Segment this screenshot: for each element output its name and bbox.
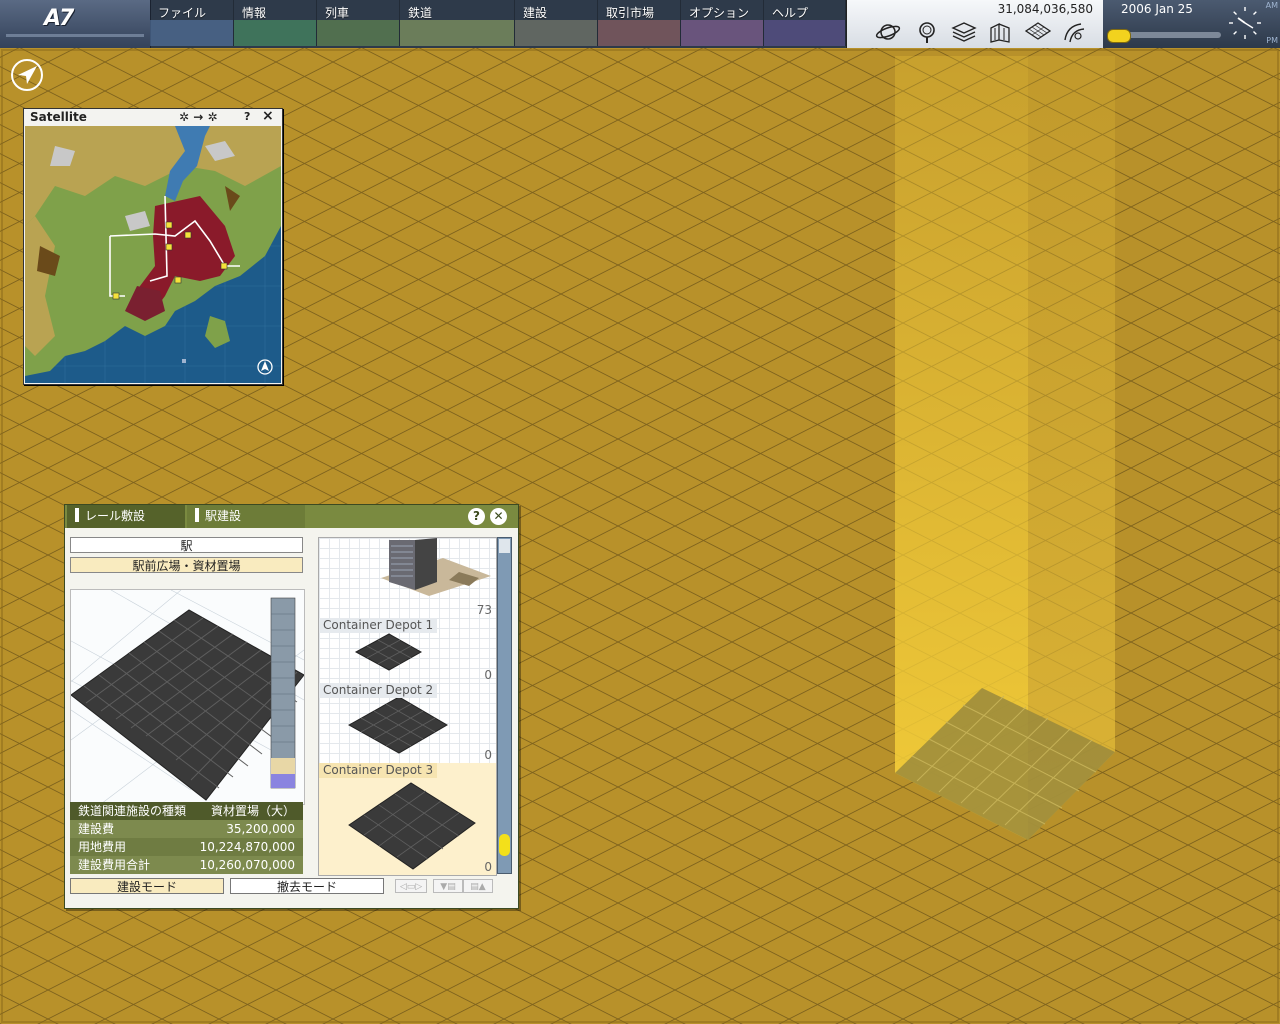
terrain-grid-icon[interactable] xyxy=(1025,20,1051,44)
rotate-button[interactable]: ◁▭▷ xyxy=(395,879,427,893)
list-item[interactable]: 73 xyxy=(319,538,496,619)
menu-help[interactable]: ヘルプ xyxy=(764,0,846,46)
list-scrollbar-thumb[interactable] xyxy=(499,834,510,856)
game-logo: A7 xyxy=(0,0,151,48)
game-date: 2006 Jan 25 xyxy=(1121,2,1193,16)
satellite-rotate-button[interactable]: ✲ → ✲ xyxy=(179,110,218,124)
satellite-close-button[interactable]: × xyxy=(262,108,274,124)
info-row-type: 鉄道関連施設の種類 資材置場（大） xyxy=(70,802,303,820)
satellite-title: Satellite xyxy=(30,110,87,124)
tab-rail-laying[interactable]: レール敷設 xyxy=(67,505,185,528)
buildings-icon[interactable] xyxy=(987,20,1013,44)
rail-icon[interactable] xyxy=(1061,20,1087,44)
menu-options[interactable]: オプション xyxy=(681,0,764,46)
building-thumbnail xyxy=(381,538,491,596)
top-menu-bar: A7 ファイル 情報 列車 鉄道 建設 取引市場 オプション ヘルプ 31,08… xyxy=(0,0,1280,48)
rail-window-help-button[interactable]: ? xyxy=(468,508,485,525)
remove-mode-button[interactable]: 撤去モード xyxy=(230,878,384,894)
rail-window-header: レール敷設 駅建設 ? ✕ xyxy=(65,505,518,528)
info-row-total-cost: 建設費用合計 10,260,070,000 xyxy=(70,856,303,874)
money-display: 31,084,036,580 xyxy=(997,2,1093,16)
placement-cursor xyxy=(895,56,1115,840)
layers-icon[interactable] xyxy=(951,20,977,44)
facility-list: 73 Container Depot 1 0 Container Depot 2… xyxy=(318,537,497,876)
toolbar: 31,084,036,580 xyxy=(846,0,1103,48)
facility-info-table: 鉄道関連施設の種類 資材置場（大） 建設費 35,200,000 用地費用 10… xyxy=(70,802,303,874)
rail-window-close-button[interactable]: ✕ xyxy=(490,508,507,525)
menu-construction[interactable]: 建設 xyxy=(515,0,598,46)
menu-market[interactable]: 取引市場 xyxy=(598,0,681,46)
logo-text: A7 xyxy=(44,6,74,31)
build-mode-button[interactable]: 建設モード xyxy=(70,878,224,894)
menu-railway[interactable]: 鉄道 xyxy=(400,0,515,46)
pm-label: PM xyxy=(1266,36,1278,45)
am-label: AM xyxy=(1265,1,1278,10)
facility-preview xyxy=(70,589,305,805)
elevation-bar xyxy=(270,597,296,789)
lower-button[interactable]: ▼▤ xyxy=(433,879,463,893)
list-item-container-depot-3[interactable]: Container Depot 3 0 xyxy=(319,763,496,875)
satellite-window: Satellite ✲ → ✲ ? × xyxy=(23,108,283,385)
list-scrollbar[interactable] xyxy=(497,537,512,874)
subcategory-selector[interactable]: 駅前広場・資材置場 xyxy=(70,557,303,573)
magnifier-icon[interactable] xyxy=(915,20,941,44)
list-item-container-depot-2[interactable]: Container Depot 2 0 xyxy=(319,683,496,764)
menu-file[interactable]: ファイル xyxy=(150,0,234,46)
speed-slider-knob[interactable] xyxy=(1107,29,1131,43)
menu-info[interactable]: 情報 xyxy=(234,0,317,46)
info-row-construction-cost: 建設費 35,200,000 xyxy=(70,820,303,838)
menu-trains[interactable]: 列車 xyxy=(317,0,400,46)
list-item-container-depot-1[interactable]: Container Depot 1 0 xyxy=(319,618,496,684)
info-row-land-cost: 用地費用 10,224,870,000 xyxy=(70,838,303,856)
raise-button[interactable]: ▤▲ xyxy=(463,879,493,893)
clock-icon xyxy=(1229,7,1261,39)
category-selector[interactable]: 駅 xyxy=(70,537,303,553)
planet-icon[interactable] xyxy=(875,20,901,44)
satellite-minimap[interactable] xyxy=(25,126,281,383)
depot-3-thumbnail xyxy=(348,782,476,870)
tab-station-build[interactable]: 駅建設 xyxy=(187,505,305,528)
satellite-help-button[interactable]: ? xyxy=(244,110,250,123)
compass-icon[interactable] xyxy=(10,58,44,92)
date-panel: 2006 Jan 25 AM PM xyxy=(1103,0,1280,48)
rail-build-window: レール敷設 駅建設 ? ✕ 駅 駅前広場・資材置場 鉄道関連施設の種類 資材置場… xyxy=(64,504,519,909)
